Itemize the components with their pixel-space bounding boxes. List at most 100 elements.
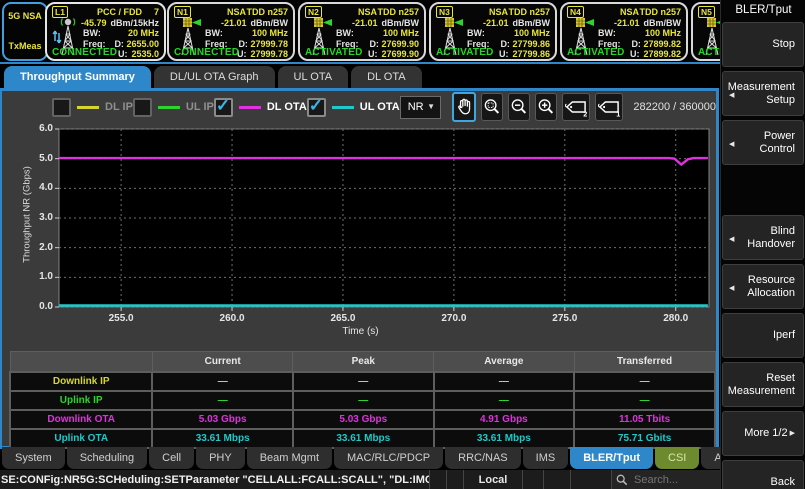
power-unit: dBm/15kHz <box>110 18 159 29</box>
search-input[interactable] <box>632 473 706 487</box>
row-label: Downlink IP <box>10 372 152 391</box>
col-average: Average <box>434 352 575 373</box>
tab-dlul-ota-graph[interactable]: DL/UL OTA Graph <box>154 66 275 88</box>
power-control-button[interactable]: ◀ PowerControl <box>722 120 804 165</box>
legend-label: UL OTA <box>360 101 400 113</box>
hand-icon <box>454 97 474 117</box>
local-remote-indicator[interactable]: Local <box>463 470 522 489</box>
x-tick-label: 270.0 <box>434 313 474 324</box>
chevron-down-icon: ▼ <box>427 102 435 111</box>
tab-throughput-summary[interactable]: Throughput Summary <box>4 66 151 88</box>
sidebar-title: BLER/Tput <box>721 0 805 20</box>
row-label: Downlink OTA <box>10 410 152 429</box>
legend-item-dl-ip: DL IP <box>52 98 133 117</box>
softkey-sidebar: BLER/Tput Stop ◀ MeasurementSetup ◀ Powe… <box>720 0 805 489</box>
cell-status: ACTIVATED <box>436 47 494 58</box>
tab-cell[interactable]: Cell <box>149 447 194 469</box>
tab-beam-mgmt[interactable]: Beam Mgmt <box>247 447 332 469</box>
window-top-border <box>0 62 720 64</box>
left-triangle-icon: ◀ <box>729 282 734 295</box>
cell-panel-n5[interactable]: N5 ACTIVATED <box>691 2 720 61</box>
chart-region[interactable]: Throughput NR (Gbps) Time (s) 0.01.02.03… <box>4 123 717 345</box>
cell-status: ACTIVATED <box>567 47 625 58</box>
status-bar: SE:CONFig:NR5G:SCHeduling:SETParameter "… <box>0 470 720 489</box>
zoom-out-button[interactable] <box>508 93 530 121</box>
tab-phy[interactable]: PHY <box>196 447 245 469</box>
left-triangle-icon: ◀ <box>729 138 734 151</box>
zoom-in-icon <box>536 97 556 117</box>
stop-button[interactable]: Stop <box>722 22 804 67</box>
resource-allocation-button[interactable]: ◀ ResourceAllocation <box>722 264 804 309</box>
x-tick-label: 280.0 <box>656 313 696 324</box>
cell-status: ACTIVATED <box>305 47 363 58</box>
category-tabs: System Scheduling Cell PHY Beam Mgmt MAC… <box>2 447 805 469</box>
power-value: -45.79 <box>81 18 107 29</box>
dl-ota-checkbox[interactable] <box>214 98 233 117</box>
marker-2-button[interactable]: 2 <box>562 93 590 121</box>
tab-csi[interactable]: CSI <box>655 447 699 469</box>
ul-ip-checkbox[interactable] <box>133 98 152 117</box>
y-tick-label: 3.0 <box>4 212 53 223</box>
ul-freq: 2535.0 <box>131 49 159 60</box>
table-row-downlink-ip: Downlink IP — — — — <box>10 372 715 391</box>
zoom-region-button[interactable] <box>481 93 503 121</box>
tab-dl-ota[interactable]: DL OTA <box>351 66 422 88</box>
ul-ota-line-swatch <box>332 106 354 109</box>
legend-toolbar: DL IP UL IP DL OTA UL OTA NR ▼ <box>2 93 716 121</box>
tab-mac-rlc-pdcp[interactable]: MAC/RLC/PDCP <box>334 447 443 469</box>
throughput-summary-panel: DL IP UL IP DL OTA UL OTA NR ▼ <box>0 88 719 449</box>
cell-status: ACTIVATED <box>698 47 720 58</box>
table-row-downlink-ota: Downlink OTA 5.03 Gbps 5.03 Gbps 4.91 Gb… <box>10 410 715 429</box>
row-label: Uplink IP <box>10 391 152 410</box>
status-segment <box>446 470 463 489</box>
pan-tool-button[interactable] <box>452 92 476 122</box>
tab-ul-ota[interactable]: UL OTA <box>278 66 349 88</box>
right-triangle-icon: ▶ <box>790 427 795 440</box>
cell-panel-n4[interactable]: N4 NSATDD n257 -21.01dBm/BW BW:100 MHz F… <box>560 2 688 61</box>
search-box[interactable] <box>611 470 720 489</box>
iperf-button[interactable]: Iperf <box>722 313 804 358</box>
col-current: Current <box>152 352 293 373</box>
status-segment <box>522 470 543 489</box>
svg-text:1: 1 <box>617 110 621 117</box>
dl-ip-checkbox[interactable] <box>52 98 71 117</box>
y-tick-label: 5.0 <box>4 153 53 164</box>
legend-item-ul-ota: UL OTA <box>307 98 400 117</box>
status-segment <box>570 470 611 489</box>
tab-system[interactable]: System <box>2 447 65 469</box>
cell-panel-n2[interactable]: N2 NSATDD n257 -21.01dBm/BW BW:100 MHz F… <box>298 2 426 61</box>
rat-label: PCC / FDD <box>97 7 142 18</box>
measurement-setup-button[interactable]: ◀ MeasurementSetup <box>722 71 804 116</box>
zoom-in-button[interactable] <box>535 93 557 121</box>
sidebar-spacer <box>721 167 805 213</box>
row-label: Uplink OTA <box>10 429 152 448</box>
tab-rrc-nas[interactable]: RRC/NAS <box>445 447 521 469</box>
left-triangle-icon: ◀ <box>729 89 734 102</box>
mode-panel[interactable]: 5G NSA TxMeas <box>2 2 48 61</box>
back-button[interactable]: Back <box>722 460 804 489</box>
zoom-region-icon <box>482 97 502 117</box>
legend-label: DL OTA <box>267 101 307 113</box>
tab-ims[interactable]: IMS <box>523 447 569 469</box>
status-segment <box>543 470 570 489</box>
marker-1-button[interactable]: 1 <box>595 93 623 121</box>
cell-panel-n3[interactable]: N3 NSATDD n257 -21.01dBm/BW BW:100 MHz F… <box>429 2 557 61</box>
measurement-tabs: Throughput Summary DL/UL OTA Graph UL OT… <box>4 66 422 88</box>
ul-ota-checkbox[interactable] <box>307 98 326 117</box>
left-triangle-icon: ◀ <box>729 233 734 246</box>
cell-panel-l1[interactable]: L1 PCC / FDD7 -45.79dBm/15k <box>45 2 166 61</box>
txmeas-label: TxMeas <box>4 41 46 51</box>
table-row-uplink-ota: Uplink OTA 33.61 Mbps 33.61 Mbps 33.61 M… <box>10 429 715 448</box>
cell-panel-n1[interactable]: N1 NSATDD n257 -21.01dBm/BW BW:100 MHz F… <box>167 2 295 61</box>
scpi-command-text: SE:CONFig:NR5G:SCHeduling:SETParameter "… <box>0 474 429 486</box>
x-tick-label: 255.0 <box>101 313 141 324</box>
legend-item-ul-ip: UL IP <box>133 98 214 117</box>
zoom-out-icon <box>509 97 529 117</box>
bw-label: BW: <box>83 28 101 39</box>
blind-handover-button[interactable]: ◀ BlindHandover <box>722 215 804 260</box>
reset-measurement-button[interactable]: ResetMeasurement <box>722 362 804 407</box>
more-pages-button[interactable]: More 1/2▶ <box>722 411 804 456</box>
technology-dropdown[interactable]: NR ▼ <box>400 96 441 119</box>
tab-bler-tput[interactable]: BLER/Tput <box>570 447 653 469</box>
tab-scheduling[interactable]: Scheduling <box>67 447 147 469</box>
